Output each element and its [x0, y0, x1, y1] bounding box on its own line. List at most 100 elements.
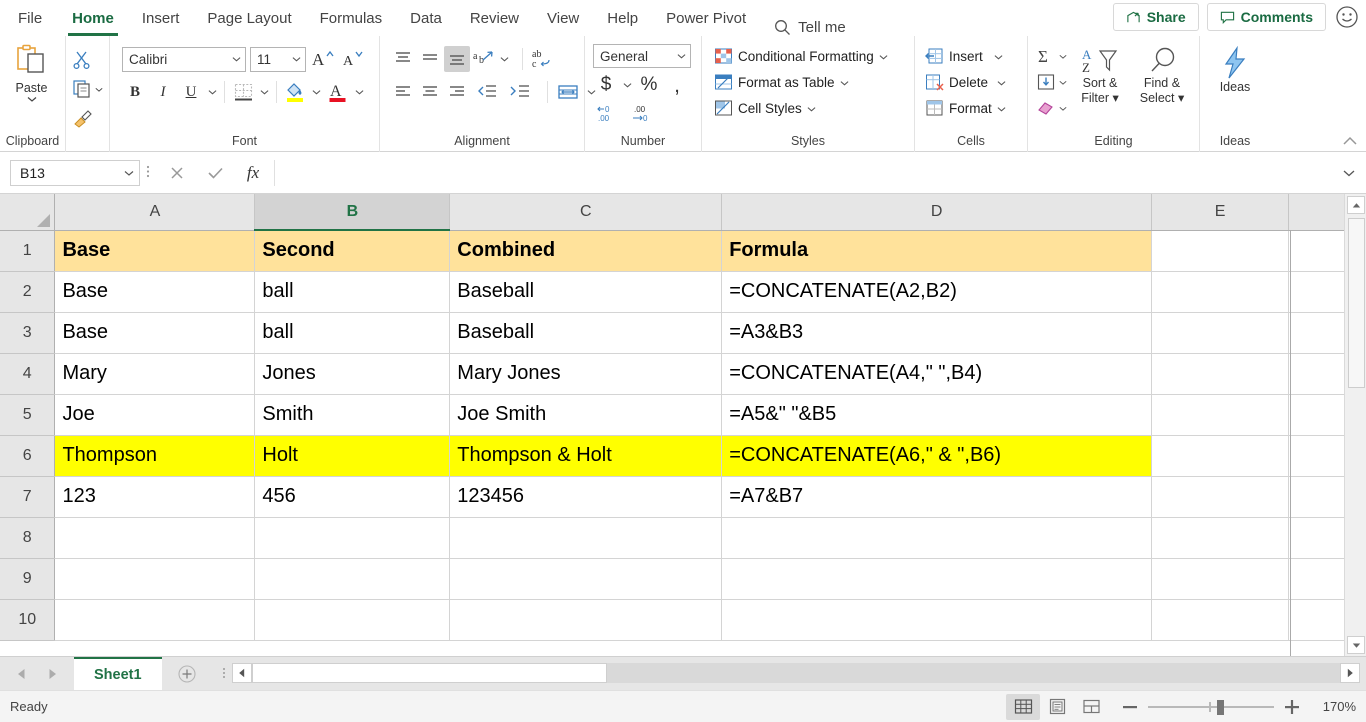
cell-b3[interactable]: ball [254, 312, 451, 354]
cell-d1[interactable]: Formula [721, 230, 1153, 272]
copy-button[interactable] [72, 77, 103, 101]
cell-d9[interactable] [721, 558, 1153, 600]
name-box[interactable]: B13 [10, 159, 140, 186]
increase-font-size-button[interactable]: A [310, 46, 336, 72]
tab-view[interactable]: View [533, 2, 593, 36]
fill-color-dropdown[interactable] [310, 89, 323, 95]
row-header-1[interactable]: 1 [0, 230, 56, 272]
delete-cells-button[interactable]: Delete [921, 70, 1010, 95]
cell-c7[interactable]: 123456 [449, 476, 723, 518]
horizontal-scrollbar[interactable] [231, 657, 1366, 690]
scroll-down-button[interactable] [1347, 636, 1365, 654]
conditional-formatting-button[interactable]: Conditional Formatting [710, 44, 892, 69]
format-cells-button[interactable]: Format [921, 96, 1010, 121]
formula-input[interactable] [274, 159, 1336, 186]
cell-styles-button[interactable]: Cell Styles [710, 96, 892, 121]
cell-b10[interactable] [254, 599, 451, 641]
merge-center-button[interactable] [552, 79, 584, 105]
cell-d10[interactable] [721, 599, 1153, 641]
fill-color-button[interactable] [282, 79, 308, 105]
tab-insert[interactable]: Insert [128, 2, 194, 36]
number-format-combo[interactable]: General [593, 44, 691, 68]
page-layout-view-button[interactable] [1040, 694, 1074, 720]
ideas-button[interactable]: Ideas [1206, 42, 1264, 95]
cell-a2[interactable]: Base [54, 271, 256, 313]
tab-review[interactable]: Review [456, 2, 533, 36]
paste-button[interactable]: Paste [5, 42, 59, 102]
row-header-7[interactable]: 7 [0, 476, 56, 518]
cell-d4[interactable]: =CONCATENATE(A4," ",B4) [721, 353, 1153, 395]
row-header-5[interactable]: 5 [0, 394, 56, 436]
cell-d8[interactable] [721, 517, 1153, 559]
horizontal-scroll-thumb[interactable] [251, 662, 607, 683]
insert-function-button[interactable]: fx [242, 162, 264, 184]
cell-c8[interactable] [449, 517, 723, 559]
cell-e3[interactable] [1151, 312, 1290, 354]
bottom-align-button[interactable] [444, 46, 470, 72]
tab-data[interactable]: Data [396, 2, 456, 36]
cell-a6[interactable]: Thompson [54, 435, 256, 477]
top-align-button[interactable] [390, 46, 416, 72]
tab-help[interactable]: Help [593, 2, 652, 36]
cell-e1[interactable] [1151, 230, 1290, 272]
sort-and-filter-button[interactable]: A Z Sort & Filter ▾ [1071, 42, 1129, 106]
cell-b4[interactable]: Jones [254, 353, 451, 395]
cell-e8[interactable] [1151, 517, 1290, 559]
cell-c2[interactable]: Baseball [449, 271, 723, 313]
expand-formula-bar-button[interactable] [1336, 169, 1362, 177]
cell-e7[interactable] [1151, 476, 1290, 518]
format-as-table-button[interactable]: Format as Table [710, 70, 892, 95]
comma-format-button[interactable]: , [664, 72, 690, 98]
cell-c9[interactable] [449, 558, 723, 600]
increase-decimal-button[interactable]: 0 .00 [593, 100, 625, 126]
zoom-slider-thumb[interactable] [1217, 699, 1224, 715]
cell-a1[interactable]: Base [54, 230, 256, 272]
decrease-decimal-button[interactable]: .00 0 [627, 100, 659, 126]
cell-d2[interactable]: =CONCATENATE(A2,B2) [721, 271, 1153, 313]
row-header-4[interactable]: 4 [0, 353, 56, 395]
cell-a8[interactable] [54, 517, 256, 559]
increase-indent-button[interactable] [504, 79, 536, 105]
tab-file[interactable]: File [0, 2, 58, 36]
sheet-tab-sheet1[interactable]: Sheet1 [74, 657, 162, 690]
cell-c5[interactable]: Joe Smith [449, 394, 723, 436]
previous-sheet-icon[interactable] [16, 668, 27, 680]
cell-e2[interactable] [1151, 271, 1290, 313]
cell-d5[interactable]: =A5&" "&B5 [721, 394, 1153, 436]
borders-dropdown[interactable] [258, 89, 271, 95]
row-header-6[interactable]: 6 [0, 435, 56, 477]
page-break-view-button[interactable] [1074, 694, 1108, 720]
cell-c6[interactable]: Thompson & Holt [449, 435, 723, 477]
column-header-b[interactable]: B [254, 194, 451, 231]
column-header-c[interactable]: C [449, 194, 723, 231]
row-header-9[interactable]: 9 [0, 558, 56, 600]
scroll-right-button[interactable] [1340, 662, 1360, 683]
clear-button[interactable] [1036, 96, 1067, 120]
horizontal-scroll-track[interactable] [251, 662, 1340, 683]
formula-bar-grip[interactable] [140, 164, 156, 182]
zoom-percentage[interactable]: 170% [1310, 699, 1356, 714]
format-painter-button[interactable] [72, 106, 103, 130]
row-header-2[interactable]: 2 [0, 271, 56, 313]
insert-cells-button[interactable]: Insert [921, 44, 1010, 69]
underline-button[interactable]: U [178, 79, 204, 105]
cell-a10[interactable] [54, 599, 256, 641]
underline-dropdown[interactable] [206, 89, 219, 95]
cut-button[interactable] [72, 48, 103, 72]
tab-home[interactable]: Home [58, 2, 128, 36]
row-header-8[interactable]: 8 [0, 517, 56, 559]
enter-entry-button[interactable] [204, 162, 226, 184]
autosum-button[interactable]: Σ [1036, 44, 1067, 68]
row-header-3[interactable]: 3 [0, 312, 56, 354]
cell-e6[interactable] [1151, 435, 1290, 477]
zoom-out-button[interactable] [1122, 699, 1138, 715]
cell-e4[interactable] [1151, 353, 1290, 395]
cell-a9[interactable] [54, 558, 256, 600]
column-header-e[interactable]: E [1151, 194, 1290, 231]
cell-c1[interactable]: Combined [449, 230, 723, 272]
cell-a7[interactable]: 123 [54, 476, 256, 518]
cell-d6[interactable]: =CONCATENATE(A6," & ",B6) [721, 435, 1153, 477]
vertical-scroll-thumb[interactable] [1348, 218, 1365, 388]
row-header-10[interactable]: 10 [0, 599, 56, 641]
cell-c3[interactable]: Baseball [449, 312, 723, 354]
